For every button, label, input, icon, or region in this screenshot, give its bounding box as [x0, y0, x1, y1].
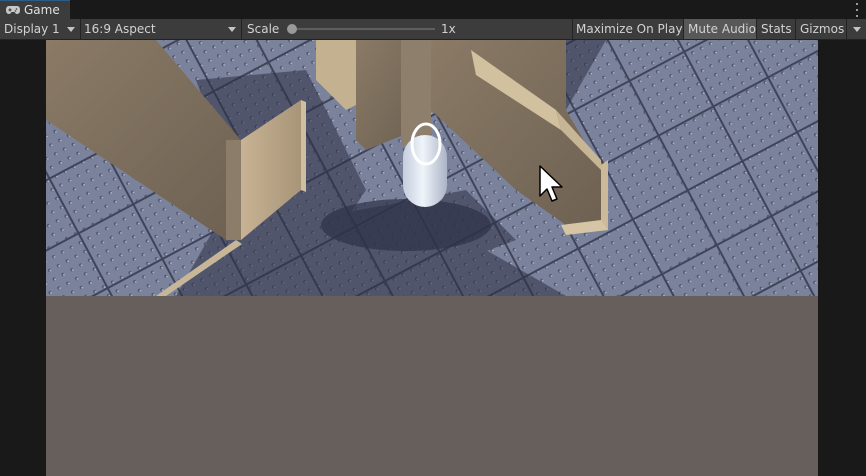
- chevron-down-icon: [853, 27, 861, 32]
- scale-label: Scale: [247, 22, 280, 36]
- chevron-down-icon: [67, 27, 75, 32]
- letterbox-area: [46, 296, 818, 476]
- more-options-icon[interactable]: [854, 3, 860, 17]
- tab-label: Game: [24, 3, 60, 17]
- gizmos-toggle[interactable]: Gizmos: [796, 19, 846, 39]
- scene-render: [46, 40, 818, 296]
- aspect-dropdown[interactable]: 16:9 Aspect: [81, 19, 241, 39]
- mute-audio-toggle[interactable]: Mute Audio: [684, 19, 756, 39]
- game-toolbar: Display 1 16:9 Aspect Scale 1x Maximize …: [0, 19, 866, 40]
- aspect-label: 16:9 Aspect: [84, 22, 156, 36]
- scale-slider-track[interactable]: [292, 28, 435, 30]
- gamepad-icon: [6, 6, 20, 14]
- gizmos-dropdown[interactable]: [847, 19, 866, 39]
- display-label: Display 1: [4, 22, 60, 36]
- scale-value: 1x: [441, 22, 456, 36]
- maximize-on-play-toggle[interactable]: Maximize On Play: [573, 19, 683, 39]
- tab-game[interactable]: Game: [0, 0, 70, 19]
- display-dropdown[interactable]: Display 1: [0, 19, 80, 39]
- scale-slider-handle[interactable]: [287, 24, 297, 34]
- game-viewport[interactable]: [46, 40, 818, 296]
- chevron-down-icon: [228, 27, 236, 32]
- arrow-cursor-icon: [539, 165, 563, 202]
- tab-bar: Game: [0, 0, 866, 19]
- stats-toggle[interactable]: Stats: [757, 19, 795, 39]
